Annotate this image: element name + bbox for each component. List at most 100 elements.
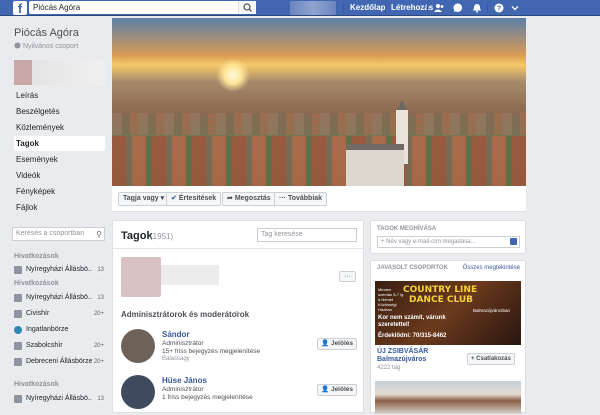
nav-divider — [427, 3, 428, 13]
globe-icon — [14, 326, 22, 334]
sidebar-item-photos[interactable]: Fényképek — [14, 184, 105, 199]
suggested-group-name[interactable]: ÚJ ZSIBVÁSÁR Balmazújváros — [377, 348, 465, 364]
member-posts-link[interactable]: 1 friss bejegyzés megjelenítése — [162, 394, 253, 401]
sidebar-item-announcements[interactable]: Közlemények — [14, 120, 105, 135]
current-user-name[interactable] — [161, 265, 219, 285]
suggested-group-image[interactable]: Minden szerdán 6-7 ig a Német Közösségi … — [375, 281, 521, 345]
sidebar-item-files[interactable]: Fájlok — [14, 200, 105, 215]
member-location: Balassagy — [162, 356, 190, 362]
share-button[interactable]: ➦ Megosztás — [222, 192, 276, 206]
search-input-value: Piócás Agóra — [33, 3, 81, 12]
more-button[interactable]: ··· Továbbiak — [274, 192, 328, 206]
shortcut-count-badge: 13 — [95, 266, 106, 274]
shortcut-label: Civishír — [26, 310, 50, 317]
notifications-button[interactable]: ✔ Értesítések — [166, 192, 222, 206]
help-icon[interactable]: ? — [494, 3, 504, 13]
search-button[interactable] — [238, 1, 256, 14]
suggested-group-image[interactable] — [375, 381, 521, 414]
sidebar-item-events[interactable]: Események — [14, 152, 105, 167]
shortcut-count-badge: 20+ — [91, 358, 106, 366]
suggested-groups-header: JAVASOLT CSOPORTOK — [377, 265, 448, 271]
shortcut-item[interactable]: Nyíregyházi Állásbö... 13 — [14, 393, 106, 405]
shortcut-item[interactable]: Ingatlanbörze — [14, 324, 106, 336]
join-group-button[interactable]: + Csatlakozás — [467, 353, 515, 365]
admins-count: 6 — [235, 311, 239, 318]
shortcut-item[interactable]: Nyíregyházi Állásbö... 13 — [14, 292, 106, 304]
shortcut-item[interactable]: Szabolcshír 20+ — [14, 340, 106, 352]
group-search-input[interactable]: Keresés a csoportban ⚲ — [12, 227, 105, 241]
group-cover-photo — [112, 18, 526, 186]
account-menu-chevron-icon[interactable] — [510, 3, 520, 13]
search-input[interactable]: Piócás Agóra — [29, 1, 256, 14]
more-label: Továbbiak — [287, 195, 323, 202]
friend-requests-icon[interactable] — [434, 3, 444, 13]
admin-row: Hüse János Adminisztrátor 1 friss bejegy… — [121, 375, 357, 415]
group-icon — [14, 310, 22, 318]
group-icon — [14, 395, 22, 403]
profile-avatar[interactable] — [290, 1, 336, 15]
invite-members-card: TAGOK MEGHÍVÁSA + Név vagy e-mail-cím me… — [370, 220, 526, 254]
current-user-avatar[interactable] — [121, 257, 161, 297]
share-icon: ➦ — [227, 195, 233, 202]
joined-button[interactable]: Tagja vagy ▾ — [118, 192, 170, 206]
group-icon — [14, 294, 22, 302]
shortcut-label: Nyíregyházi Állásbö... — [26, 395, 92, 402]
member-name[interactable]: Sándor — [162, 330, 190, 339]
facebook-logo-icon[interactable]: f — [13, 1, 27, 15]
chevron-down-icon: ▾ — [160, 195, 165, 202]
group-icon — [14, 358, 22, 366]
members-card: Tagok (1951) Tag keresése ··· Adminisztr… — [112, 220, 364, 413]
shortcuts-header: Hivatkozások — [14, 280, 59, 287]
top-navigation-bar: f Piócás Agóra Kezdőlap Létrehozás ? — [0, 0, 600, 16]
search-icon[interactable]: ⚲ — [96, 229, 102, 241]
see-all-link[interactable]: Összes megtekintése — [463, 265, 520, 271]
sidebar-item-about[interactable]: Leírás — [14, 88, 105, 103]
town-rooftops — [112, 113, 526, 135]
shortcut-item[interactable]: Debreceni Állásbörze 20+ — [14, 356, 106, 368]
church-building — [346, 100, 418, 186]
sidebar-item-discussion[interactable]: Beszélgetés — [14, 104, 105, 119]
ad-phone: Érdeklődni: 70/315-8462 — [378, 333, 447, 339]
add-friend-button[interactable]: 👤 Jelölés — [317, 384, 357, 396]
sidebar-item-members[interactable]: Tagok — [14, 136, 105, 151]
member-role: Adminisztrátor — [162, 386, 204, 393]
add-friend-label: Jelölés — [330, 340, 353, 347]
nav-divider — [385, 3, 386, 13]
notifications-label: Értesítések — [178, 195, 217, 202]
suggested-group-members: 4222 tag — [377, 365, 401, 371]
avatar[interactable] — [121, 329, 155, 363]
notifications-bell-icon[interactable] — [472, 3, 482, 13]
invite-header: TAGOK MEGHÍVÁSA — [377, 226, 437, 232]
ad-middle-text: Kor nem számít, várunk szeretettel! — [378, 315, 446, 328]
admins-section-title: Adminisztrátorok és moderátorok — [121, 310, 250, 319]
nav-home-link[interactable]: Kezdőlap — [350, 3, 386, 12]
add-friend-icon: 👤 — [321, 386, 330, 393]
member-options-button[interactable]: ··· — [339, 271, 356, 282]
admin-row: Sándor Adminisztrátor 15+ friss bejegyzé… — [121, 329, 357, 369]
member-name[interactable]: Hüse János — [162, 376, 207, 385]
contacts-icon[interactable] — [510, 238, 517, 245]
group-cover-thumbnail[interactable] — [14, 60, 105, 85]
nav-divider — [343, 3, 344, 13]
add-friend-button[interactable]: 👤 Jelölés — [317, 338, 357, 350]
invite-placeholder: + Név vagy e-mail-cím megadása... — [381, 239, 476, 245]
avatar[interactable] — [121, 375, 155, 409]
messenger-icon[interactable] — [453, 3, 463, 13]
joined-label: Tagja vagy — [123, 195, 159, 202]
invite-input[interactable]: + Név vagy e-mail-cím megadása... — [377, 236, 520, 248]
ad-title-line1: COUNTRY LINE — [403, 285, 478, 295]
shortcut-label: Szabolcshír — [26, 342, 63, 349]
shortcut-count-badge: 13 — [95, 294, 106, 302]
sidebar-item-videos[interactable]: Videók — [14, 168, 105, 183]
group-privacy-label: Nyilvános csoport — [22, 43, 79, 50]
add-friend-label: Jelölés — [330, 386, 353, 393]
shortcut-item[interactable]: Nyíregyházi Állásbö... 13 — [14, 264, 106, 276]
check-icon: ✔ — [171, 195, 177, 202]
member-search-input[interactable]: Tag keresése — [257, 228, 357, 242]
suggested-groups-card: JAVASOLT CSOPORTOK Összes megtekintése M… — [370, 260, 526, 414]
church-body — [346, 150, 404, 186]
member-posts-link[interactable]: 15+ friss bejegyzés megjelenítése — [162, 348, 260, 355]
group-name[interactable]: Piócás Agóra — [14, 27, 79, 39]
shortcut-item[interactable]: Civishír 20+ — [14, 308, 106, 320]
shortcut-label: Debreceni Állásbörze — [26, 358, 92, 365]
